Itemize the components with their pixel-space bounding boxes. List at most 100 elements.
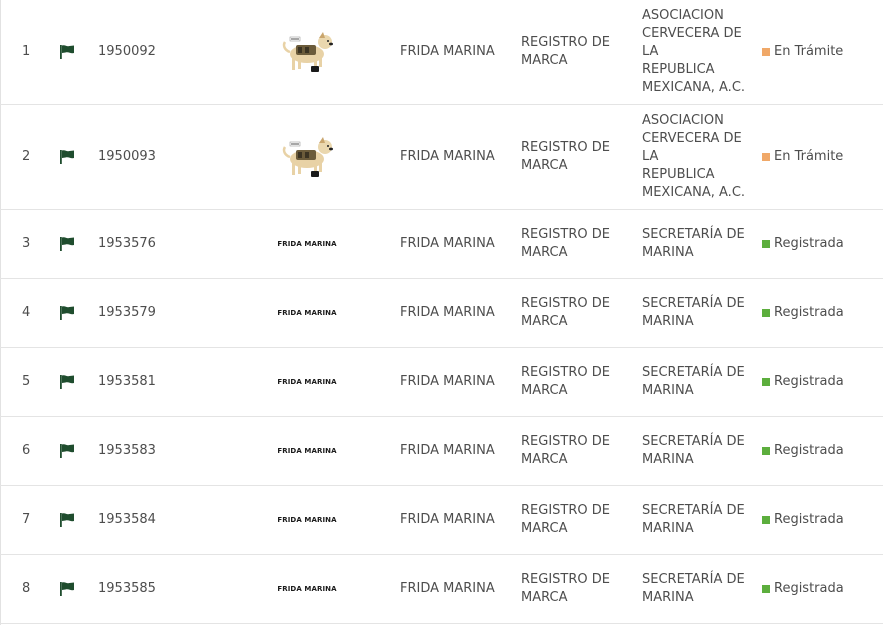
status-square-icon xyxy=(762,378,770,386)
table-row[interactable]: 4 1953579 FRIDA MARINA FRIDA MARINA REGISTRO… xyxy=(0,279,883,348)
row-number: 8 xyxy=(22,581,31,596)
procedure-type-line: MARCA xyxy=(521,590,568,605)
owner-name-line: MEXICANA, A.C. xyxy=(642,80,746,95)
owner-name-line: ASOCIACION xyxy=(642,113,724,128)
status-square-icon xyxy=(762,309,770,317)
mark-name: FRIDA MARINA xyxy=(400,44,495,59)
dog-icon xyxy=(278,133,336,181)
owner-name-line: MARINA xyxy=(642,314,694,329)
table-row[interactable]: 3 1953576 FRIDA MARINA FRIDA MARINA REGISTRO… xyxy=(0,210,883,279)
dog-icon xyxy=(278,28,336,76)
owner-name: SECRETARÍA DE MARINA xyxy=(642,555,757,623)
mark-text: FRIDA MARINA xyxy=(277,516,337,524)
row-number: 3 xyxy=(22,236,31,251)
row-number: 4 xyxy=(22,305,31,320)
status-badge: Registrada xyxy=(762,417,882,485)
owner-name-line: MEXICANA, A.C. xyxy=(642,185,746,200)
flag-icon[interactable] xyxy=(59,279,79,347)
mark-name: FRIDA MARINA xyxy=(400,581,495,596)
procedure-type-line: MARCA xyxy=(521,158,568,173)
flag-icon[interactable] xyxy=(59,210,79,278)
owner-name-line: MARINA xyxy=(642,383,694,398)
procedure-type-line: REGISTRO DE xyxy=(521,296,610,311)
status-label: Registrada xyxy=(774,512,844,527)
procedure-type: REGISTRO DE MARCA xyxy=(521,555,626,623)
status-label: Registrada xyxy=(774,236,844,251)
file-number: 1953579 xyxy=(98,305,156,320)
mark-text-image: FRIDA MARINA xyxy=(262,555,352,623)
mark-image xyxy=(262,0,352,104)
owner-name: SECRETARÍA DE MARINA xyxy=(642,210,757,278)
table-row[interactable]: 1 1950092 FRIDA MARINA REGISTRO DE MARCA ASOC… xyxy=(0,0,883,105)
owner-name-line: SECRETARÍA DE xyxy=(642,227,745,242)
procedure-type-line: MARCA xyxy=(521,521,568,536)
owner-name: ASOCIACION CERVECERA DE LA REPUBLICA MEXICA… xyxy=(642,0,757,104)
results-table: 1 1950092 FRIDA MARINA REGISTRO DE MARCA ASOC… xyxy=(0,0,883,624)
file-number: 1953581 xyxy=(98,374,156,389)
file-number: 1953585 xyxy=(98,581,156,596)
status-label: Registrada xyxy=(774,443,844,458)
file-number: 1950093 xyxy=(98,149,156,164)
procedure-type: REGISTRO DE MARCA xyxy=(521,486,626,554)
status-square-icon xyxy=(762,48,770,56)
status-square-icon xyxy=(762,240,770,248)
status-square-icon xyxy=(762,447,770,455)
row-number: 1 xyxy=(22,44,31,59)
mark-name: FRIDA MARINA xyxy=(400,236,495,251)
flag-icon[interactable] xyxy=(59,417,79,485)
owner-name-line: CERVECERA DE LA xyxy=(642,131,742,164)
mark-text: FRIDA MARINA xyxy=(277,447,337,455)
owner-name: SECRETARÍA DE MARINA xyxy=(642,279,757,347)
mark-name: FRIDA MARINA xyxy=(400,305,495,320)
mark-text-image: FRIDA MARINA xyxy=(262,210,352,278)
table-row[interactable]: 5 1953581 FRIDA MARINA FRIDA MARINA REGISTRO… xyxy=(0,348,883,417)
status-badge: Registrada xyxy=(762,210,882,278)
owner-name-line: MARINA xyxy=(642,245,694,260)
status-badge: En Trámite xyxy=(762,0,882,104)
owner-name: SECRETARÍA DE MARINA xyxy=(642,348,757,416)
mark-text-image: FRIDA MARINA xyxy=(262,486,352,554)
status-badge: Registrada xyxy=(762,348,882,416)
mark-name: FRIDA MARINA xyxy=(400,149,495,164)
owner-name-line: SECRETARÍA DE xyxy=(642,503,745,518)
row-number: 5 xyxy=(22,374,31,389)
owner-name-line: SECRETARÍA DE xyxy=(642,365,745,380)
procedure-type: REGISTRO DE MARCA xyxy=(521,348,626,416)
flag-icon[interactable] xyxy=(59,555,79,623)
owner-name: SECRETARÍA DE MARINA xyxy=(642,486,757,554)
file-number: 1953583 xyxy=(98,443,156,458)
table-row[interactable]: 2 1950093 FRIDA MARINA REGISTRO DE MARCA ASOC… xyxy=(0,105,883,210)
mark-text: FRIDA MARINA xyxy=(277,309,337,317)
procedure-type-line: REGISTRO DE xyxy=(521,503,610,518)
owner-name-line: REPUBLICA xyxy=(642,167,715,182)
procedure-type-line: REGISTRO DE xyxy=(521,365,610,380)
owner-name: SECRETARÍA DE MARINA xyxy=(642,417,757,485)
flag-icon[interactable] xyxy=(59,0,79,104)
status-label: Registrada xyxy=(774,305,844,320)
table-row[interactable]: 8 1953585 FRIDA MARINA FRIDA MARINA REGISTRO… xyxy=(0,555,883,624)
mark-text: FRIDA MARINA xyxy=(277,378,337,386)
status-badge: Registrada xyxy=(762,486,882,554)
flag-icon[interactable] xyxy=(59,105,79,209)
status-label: Registrada xyxy=(774,374,844,389)
procedure-type: REGISTRO DE MARCA xyxy=(521,105,626,209)
mark-name: FRIDA MARINA xyxy=(400,443,495,458)
status-badge: Registrada xyxy=(762,279,882,347)
procedure-type: REGISTRO DE MARCA xyxy=(521,0,626,104)
mark-text-image: FRIDA MARINA xyxy=(262,417,352,485)
procedure-type-line: MARCA xyxy=(521,245,568,260)
owner-name-line: MARINA xyxy=(642,452,694,467)
owner-name-line: SECRETARÍA DE xyxy=(642,296,745,311)
row-number: 2 xyxy=(22,149,31,164)
status-badge: Registrada xyxy=(762,555,882,623)
status-square-icon xyxy=(762,516,770,524)
file-number: 1953576 xyxy=(98,236,156,251)
flag-icon[interactable] xyxy=(59,486,79,554)
owner-name-line: CERVECERA DE LA xyxy=(642,26,742,59)
procedure-type: REGISTRO DE MARCA xyxy=(521,210,626,278)
flag-icon[interactable] xyxy=(59,348,79,416)
status-label: Registrada xyxy=(774,581,844,596)
table-row[interactable]: 7 1953584 FRIDA MARINA FRIDA MARINA REGISTRO… xyxy=(0,486,883,555)
mark-text: FRIDA MARINA xyxy=(277,585,337,593)
table-row[interactable]: 6 1953583 FRIDA MARINA FRIDA MARINA REGISTRO… xyxy=(0,417,883,486)
